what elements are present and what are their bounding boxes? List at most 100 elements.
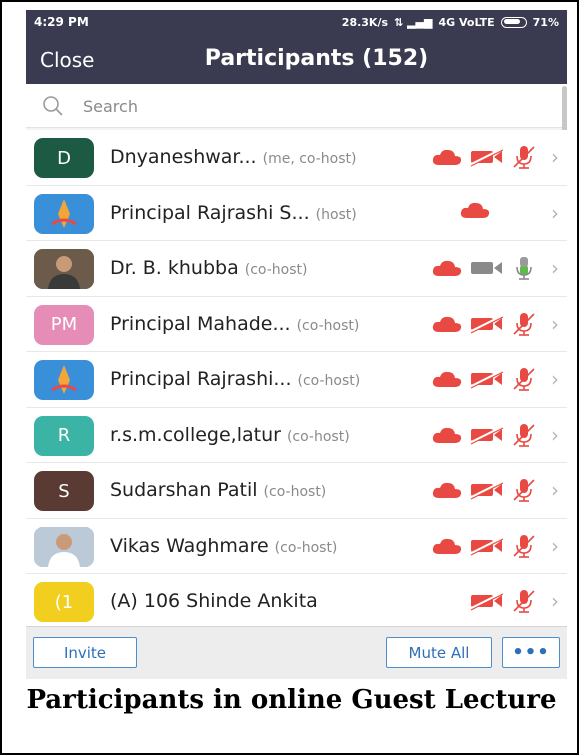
participant-name-text: (A) 106 Shinde Ankita — [110, 590, 318, 612]
participant-row[interactable]: Vikas Waghmare (co-host) › — [26, 518, 567, 574]
participant-name-text: r.s.m.college,latur — [110, 423, 281, 446]
search-icon — [43, 96, 63, 116]
participant-name: Principal Rajrashi S... (host) — [110, 202, 357, 224]
avatar — [34, 249, 94, 289]
person-photo-icon — [34, 249, 94, 289]
search-input[interactable]: Search — [83, 97, 138, 116]
participant-row[interactable]: D Dnyaneshwar... (me, co-host) › — [26, 130, 567, 186]
avatar — [34, 360, 94, 400]
cloud-icon — [432, 538, 462, 554]
video-off-icon[interactable] — [469, 369, 505, 389]
cloud-icon — [432, 371, 462, 387]
participant-name-text: Vikas Waghmare — [110, 534, 269, 557]
microphone-muted-icon[interactable] — [511, 422, 537, 448]
figure-frame: 4:29 PM 28.3K/s ⇅ ▂▄▆ 4G VoLTE 71% Close… — [0, 0, 579, 755]
video-off-icon[interactable] — [469, 314, 505, 334]
participant-role-tag: (co-host) — [297, 373, 361, 389]
video-off-icon[interactable] — [469, 480, 505, 500]
participant-name: Dnyaneshwar... (me, co-host) — [110, 146, 356, 168]
microphone-muted-icon[interactable] — [511, 588, 537, 614]
chevron-right-icon[interactable]: › — [551, 312, 559, 336]
chevron-right-icon[interactable]: › — [551, 478, 559, 502]
battery-level: 71% — [532, 15, 559, 29]
chevron-right-icon[interactable]: › — [551, 145, 559, 169]
network-speed: 28.3K/s — [341, 15, 389, 29]
chevron-right-icon[interactable]: › — [551, 423, 559, 447]
participant-row[interactable]: Principal Rajrashi... (co-host) › — [26, 352, 567, 408]
participant-name: r.s.m.college,latur (co-host) — [110, 424, 350, 446]
participant-name: Sudarshan Patil (co-host) — [110, 479, 326, 501]
invite-button[interactable]: Invite — [33, 637, 137, 668]
chevron-right-icon[interactable]: › — [551, 201, 559, 225]
participant-status-icons — [459, 200, 491, 220]
chevron-right-icon[interactable]: › — [551, 534, 559, 558]
status-bar: 4:29 PM 28.3K/s ⇅ ▂▄▆ 4G VoLTE 71% — [26, 10, 567, 34]
status-right: 28.3K/s ⇅ ▂▄▆ 4G VoLTE 71% — [342, 16, 559, 29]
participant-row[interactable]: S Sudarshan Patil (co-host) › — [26, 463, 567, 519]
participant-name: Principal Mahade... (co-host) — [110, 313, 359, 335]
more-options-button[interactable]: ••• — [502, 637, 560, 668]
participant-name: (A) 106 Shinde Ankita — [110, 590, 318, 612]
cloud-icon — [460, 202, 490, 218]
video-off-icon[interactable] — [469, 147, 505, 167]
network-type: 4G VoLTE — [438, 15, 495, 29]
participant-name-text: Sudarshan Patil — [110, 479, 258, 501]
participant-name: Vikas Waghmare (co-host) — [110, 535, 337, 557]
participant-row[interactable]: PM Principal Mahade... (co-host) › — [26, 296, 567, 352]
participant-list: D Dnyaneshwar... (me, co-host) › Principal R… — [26, 130, 567, 630]
participant-name-text: Principal Rajrashi... — [110, 368, 292, 390]
microphone-muted-icon[interactable] — [511, 533, 537, 559]
mute-all-button[interactable]: Mute All — [386, 637, 492, 668]
participant-name-text: Dnyaneshwar... — [110, 146, 257, 168]
cloud-icon — [432, 316, 462, 332]
microphone-muted-icon[interactable] — [511, 144, 537, 170]
participant-status-icons — [431, 422, 537, 448]
participant-row[interactable]: (1 (A) 106 Shinde Ankita › — [26, 574, 567, 630]
participant-status-icons — [431, 533, 537, 559]
page-title: Participants (152) — [204, 46, 429, 71]
participant-status-icons — [431, 311, 537, 337]
participant-role-tag: (co-host) — [244, 262, 308, 278]
cloud-icon — [432, 149, 462, 165]
chevron-right-icon[interactable]: › — [551, 256, 559, 280]
cloud-icon — [432, 482, 462, 498]
microphone-muted-icon[interactable] — [511, 311, 537, 337]
person-photo-icon — [34, 526, 94, 567]
chevron-right-icon[interactable]: › — [551, 589, 559, 613]
participant-role-tag: (co-host) — [296, 317, 360, 334]
participant-row[interactable]: Principal Rajrashi S... (host) › — [26, 185, 567, 241]
video-off-icon[interactable] — [469, 591, 505, 611]
phone-screen: 4:29 PM 28.3K/s ⇅ ▂▄▆ 4G VoLTE 71% Close… — [26, 10, 567, 679]
college-logo-icon — [46, 195, 82, 232]
microphone-muted-icon[interactable] — [511, 477, 537, 503]
avatar: PM — [34, 304, 94, 345]
avatar — [34, 526, 94, 567]
participant-status-icons — [431, 144, 537, 170]
video-off-icon[interactable] — [469, 536, 505, 556]
participant-status-icons — [431, 255, 537, 281]
video-off-icon[interactable] — [469, 425, 505, 445]
avatar: (1 — [34, 582, 94, 622]
participant-name: Principal Rajrashi... (co-host) — [110, 368, 360, 390]
avatar: R — [34, 415, 94, 456]
microphone-icon[interactable] — [511, 255, 537, 281]
participant-row[interactable]: Rr.s.m.college,latur (co-host) › — [26, 407, 567, 463]
participant-role-tag: (host) — [315, 206, 357, 223]
participant-role-tag: (co-host) — [286, 428, 350, 445]
bottom-toolbar: Invite Mute All ••• — [26, 626, 567, 679]
chevron-right-icon[interactable]: › — [551, 367, 559, 391]
avatar: D — [34, 138, 94, 178]
participant-name-text: Principal Mahade... — [110, 312, 291, 335]
figure-caption: Participants in online Guest Lecture — [26, 685, 557, 715]
battery-icon — [500, 16, 527, 28]
signal-icon: ⇅ ▂▄▆ — [394, 15, 433, 29]
participant-role-tag: (me, co-host) — [262, 151, 357, 167]
scrollbar[interactable] — [562, 86, 567, 136]
participant-row[interactable]: Dr. B. khubba (co-host) › — [26, 241, 567, 297]
avatar — [34, 193, 94, 234]
search-bar[interactable]: Search — [26, 84, 567, 128]
header-bar: Close Participants (152) — [26, 34, 567, 84]
microphone-muted-icon[interactable] — [511, 366, 537, 392]
video-camera-icon[interactable] — [469, 258, 505, 278]
participant-status-icons — [431, 366, 537, 392]
